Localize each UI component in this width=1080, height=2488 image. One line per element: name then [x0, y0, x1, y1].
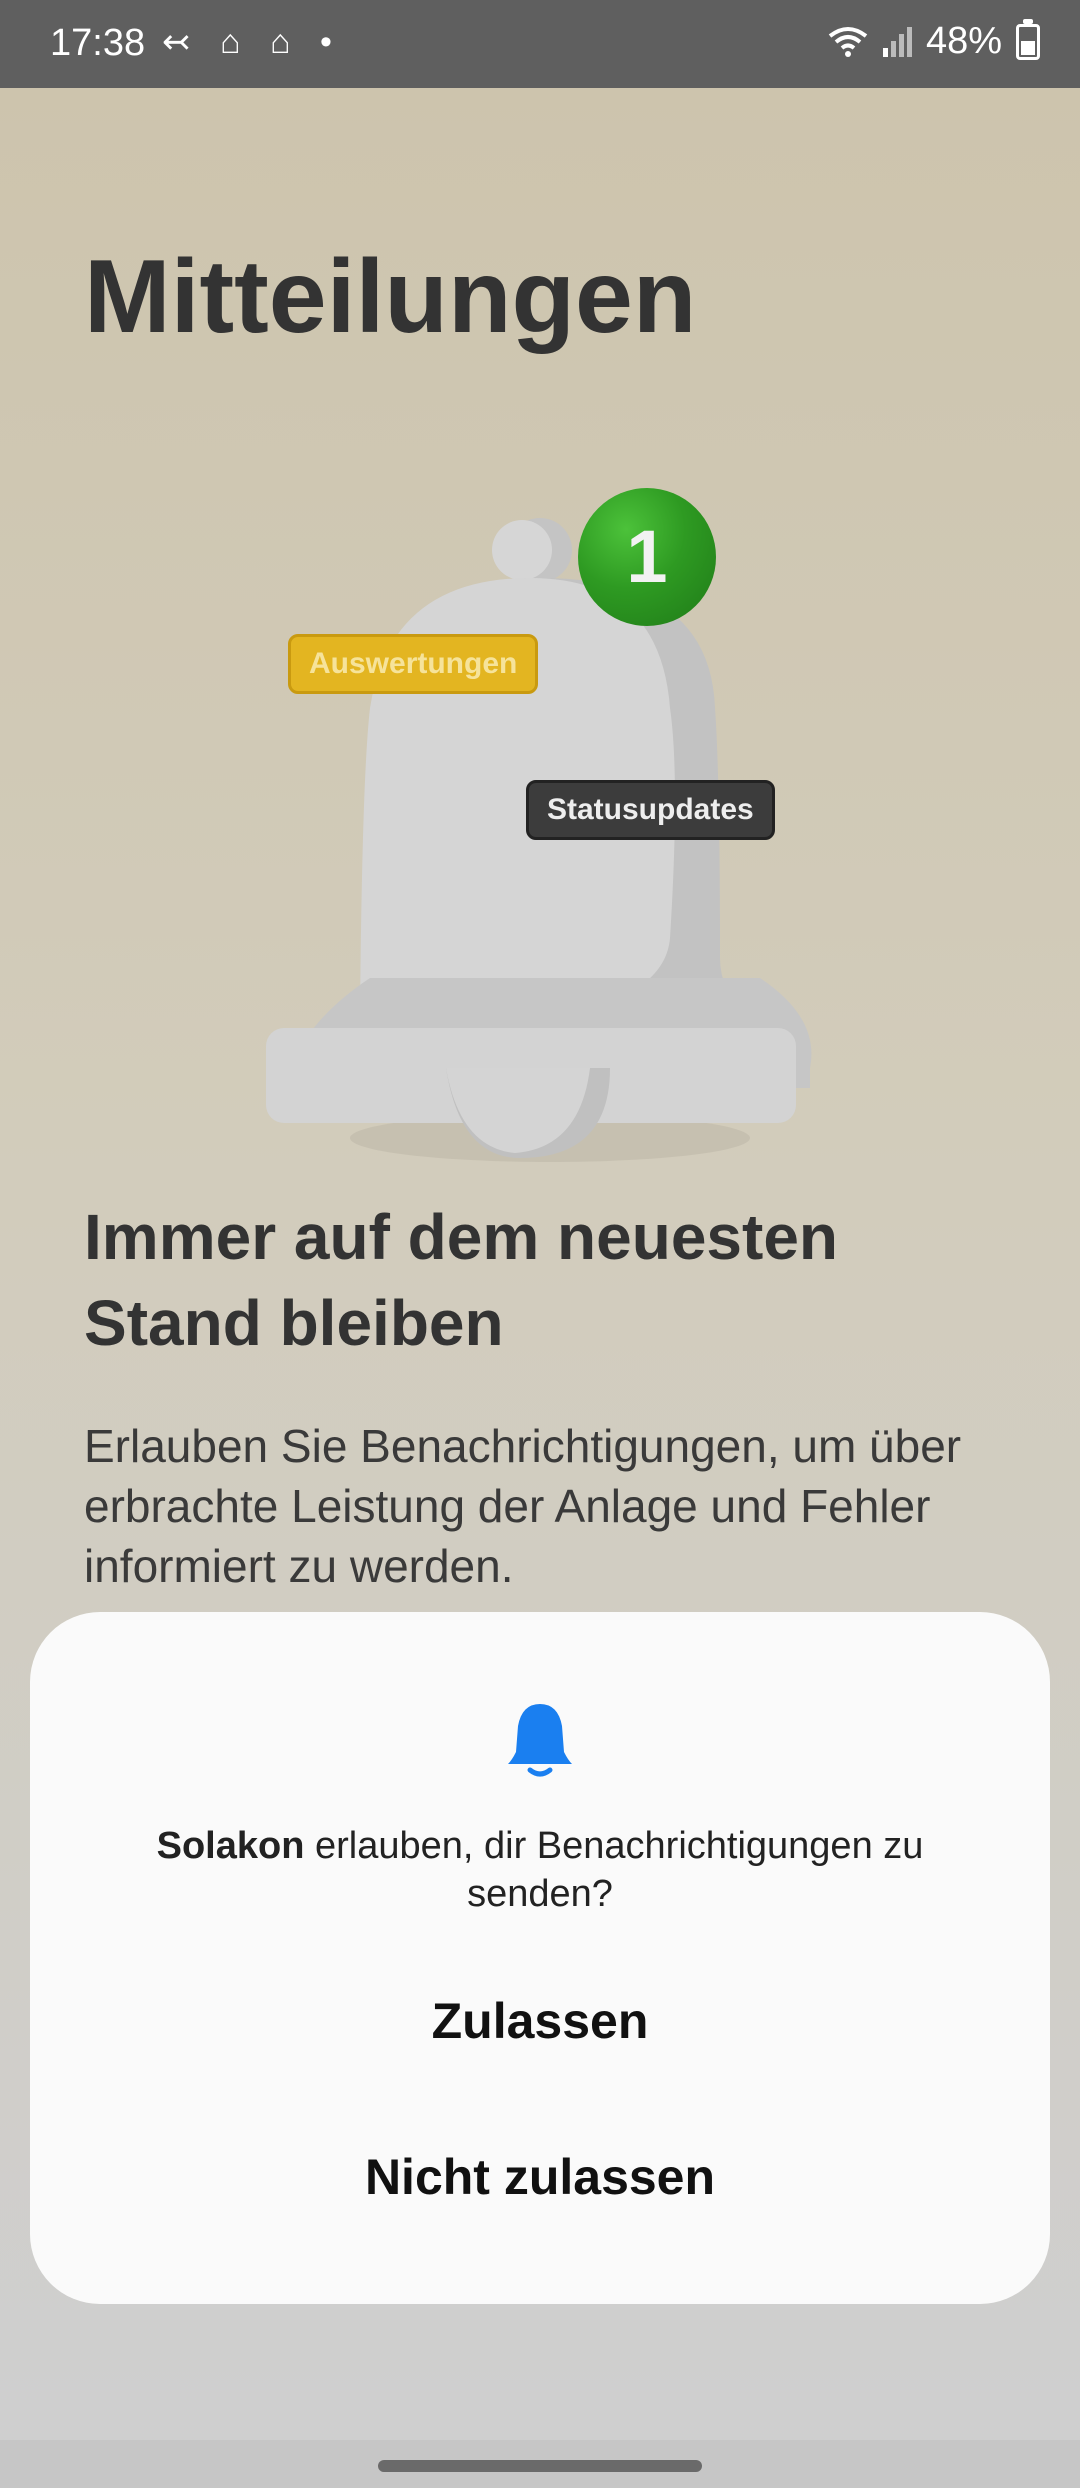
status-notification-icons: ↢ ⌂ ⌂ • — [162, 22, 342, 62]
headline: Immer auf dem neuesten Stand bleiben — [84, 1201, 838, 1359]
tag-status-updates: Statusupdates — [526, 780, 775, 840]
dot-icon: • — [319, 23, 342, 61]
app-notification-icon: ⌂ — [219, 23, 251, 61]
app-notification-icon: ⌂ — [269, 23, 301, 61]
deny-button[interactable]: Nicht zulassen — [90, 2148, 990, 2206]
dialog-message-text: erlauben, dir Benachrichtigungen zu send… — [304, 1825, 924, 1915]
status-right: 48% — [828, 18, 1040, 63]
wifi-icon — [828, 26, 868, 57]
app-name: Solakon — [156, 1825, 305, 1867]
bell-icon — [508, 1704, 572, 1777]
battery-icon — [1016, 18, 1040, 60]
dialog-message: Solakon erlauben, dir Benachrichtigungen… — [90, 1822, 990, 1918]
status-time: 17:38 — [50, 22, 146, 64]
page-title: Mitteilungen — [84, 239, 697, 355]
tag-evaluations: Auswertungen — [288, 634, 539, 694]
call-forward-icon: ↢ — [162, 23, 201, 61]
notification-permission-dialog: Solakon erlauben, dir Benachrichtigungen… — [30, 1612, 1050, 2304]
signal-icon — [882, 26, 912, 57]
description-text: Erlauben Sie Benachrichtigungen, um über… — [84, 1420, 962, 1592]
allow-button[interactable]: Zulassen — [90, 1992, 990, 2050]
battery-percent: 48% — [925, 20, 1002, 62]
home-indicator[interactable] — [378, 2460, 702, 2472]
notification-count-badge: 1 — [578, 488, 716, 626]
status-bar: 17:38 ↢ ⌂ ⌂ • 48% — [0, 0, 1080, 88]
